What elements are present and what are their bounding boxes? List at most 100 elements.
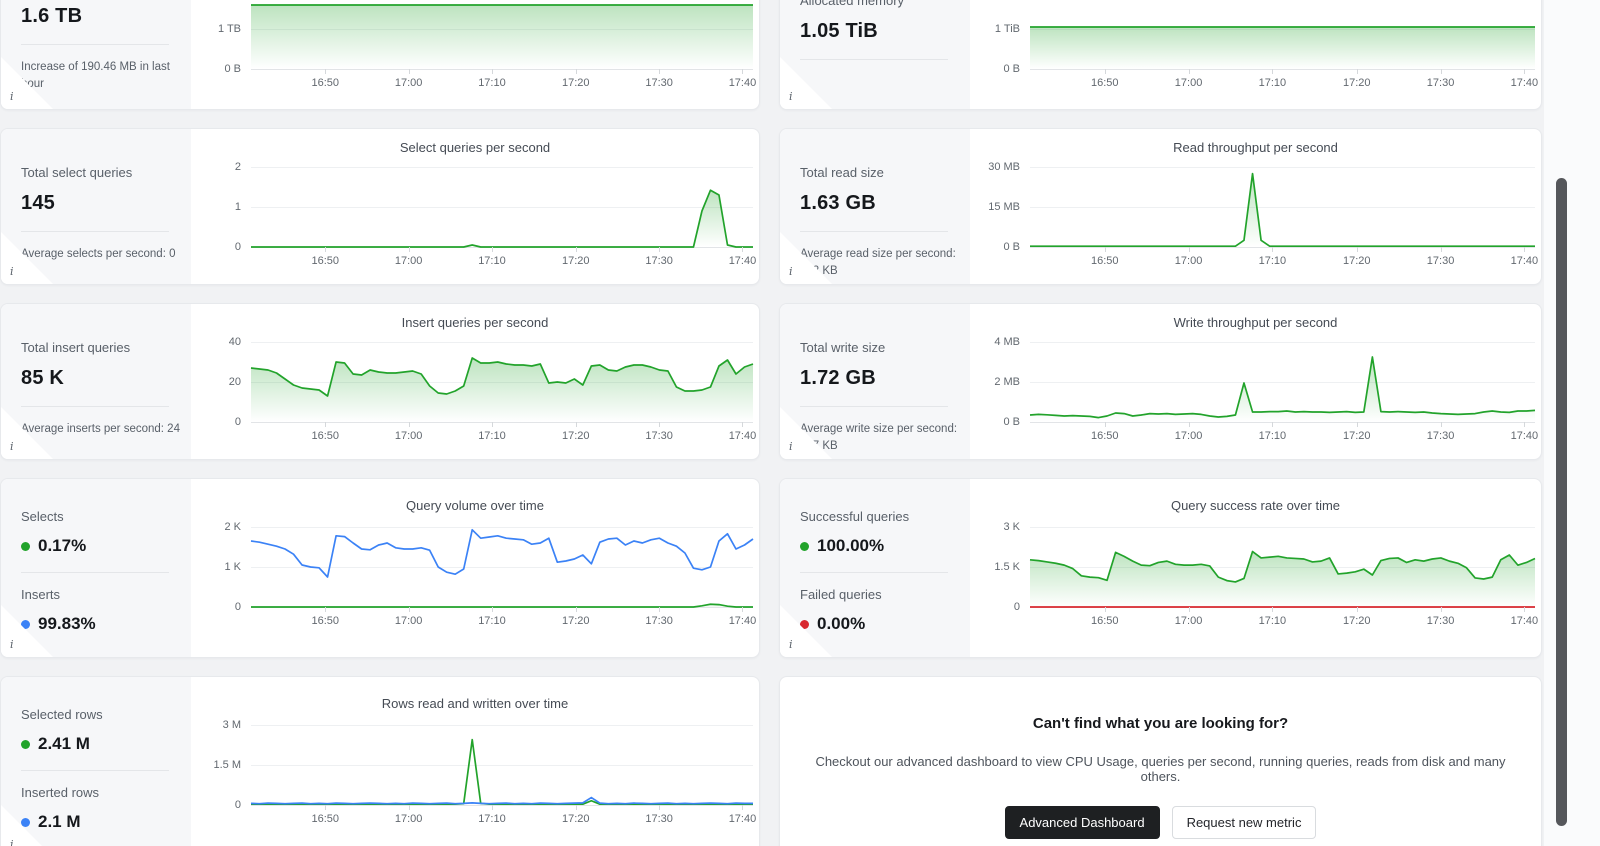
stats-panel: Selects 0.17% Inserts 99.83% i <box>1 479 191 657</box>
info-icon[interactable]: i <box>789 440 793 453</box>
stat-label: Total insert queries <box>21 340 131 355</box>
stat-subtext: Increase of 190.46 MB in last hour <box>21 61 170 91</box>
info-icon[interactable]: i <box>789 638 793 651</box>
stats-panel: Successful queries 100.00% Failed querie… <box>780 479 970 657</box>
allocated-memory-chart: 1 TiB 0 B 16:50 17:00 17:10 17:20 17:30 17:40 <box>994 23 1539 89</box>
divider <box>800 231 948 232</box>
stat-row: 99.83% <box>21 614 171 634</box>
stat-value: 2.41 M <box>38 734 90 753</box>
card-advanced-cta: Can't find what you are looking for? Che… <box>779 676 1542 846</box>
info-icon[interactable]: i <box>789 265 793 278</box>
stat-row: 0.00% <box>800 614 950 634</box>
stat-row: 2.41 M <box>21 734 171 754</box>
query-volume-chart: 2 K1 K 0 16:50 17:00 17:10 17:20 17:30 17:40 <box>224 521 757 627</box>
divider <box>21 231 169 232</box>
stat-subtext: Average write size per second: 477 KB <box>800 423 958 453</box>
stat-label: Inserts <box>21 587 61 602</box>
chart-area: Write throughput per second 4 MB 2 MB 0 B1… <box>970 304 1541 459</box>
stats-panel: Total select queries 145 Average selects… <box>1 129 191 284</box>
chart-title: Read throughput per second <box>1173 140 1338 155</box>
info-icon[interactable]: i <box>10 440 14 453</box>
metrics-dashboard: 1.6 TB Increase of 190.46 MB in last hou… <box>0 0 1600 846</box>
chart-title: Query success rate over time <box>1170 498 1341 513</box>
chart-area: Query success rate over time 3 K 1.5 K 0 16… <box>970 479 1541 657</box>
insert-queries-chart: 40 20 0 16:50 17:00 17:10 17:20 17:30 17:40 <box>228 336 757 442</box>
divider <box>21 770 169 771</box>
disk-usage-chart: 1 TB 0 B 16:50 17:00 17:10 17:20 17:30 17:40 <box>218 0 756 89</box>
stat-row: 100.00% <box>800 536 950 556</box>
card-disk-usage: 1.6 TB Increase of 190.46 MB in last hou… <box>0 0 760 110</box>
selects-dot <box>21 541 30 551</box>
info-icon[interactable]: i <box>10 90 14 103</box>
chart-area: Query volume over time 2 K1 K 0 16:50 17:00… <box>191 479 759 657</box>
chart-area: 1 TiB 0 B 16:50 17:00 17:10 17:20 17:30 17:40 <box>970 0 1541 109</box>
chart-title: Write throughput per second <box>1173 315 1338 330</box>
cta-body: Checkout our advanced dashboard to view … <box>815 754 1506 784</box>
stat-value: 0.00% <box>817 614 866 633</box>
stat-value: 145 <box>21 192 55 214</box>
stat-label: Selected rows <box>21 707 103 722</box>
scrollbar-track <box>1544 0 1600 846</box>
stats-panel: Selected rows 2.41 M Inserted rows 2.1 M… <box>1 677 191 846</box>
stat-value: 1.05 TiB <box>800 20 878 42</box>
stat-label: Successful queries <box>800 509 910 524</box>
stat-label: Total read size <box>800 165 884 180</box>
chart-title: Select queries per second <box>399 140 551 155</box>
rows-read-written-chart: 3 M 1.5 M 0 16:50 17:00 17:10 17:20 17:30 17:40 <box>213 719 757 825</box>
stat-label: Failed queries <box>800 587 882 602</box>
stat-value: 0.17% <box>38 536 87 555</box>
corner-fold <box>780 56 833 109</box>
card-allocated-memory: Allocated memory 1.05 TiB i 1 TiB 0 B 16:5… <box>779 0 1542 110</box>
divider <box>21 406 169 407</box>
card-query-success-rate: Successful queries 100.00% Failed querie… <box>779 478 1542 658</box>
stat-label: Total select queries <box>21 165 133 180</box>
advanced-dashboard-button[interactable]: Advanced Dashboard <box>1004 806 1160 839</box>
stat-value: 100.00% <box>817 536 885 555</box>
stat-subtext: Average inserts per second: 24 <box>21 423 180 435</box>
divider <box>800 406 948 407</box>
cta-heading: Can't find what you are looking for? <box>1032 715 1289 732</box>
card-rows-read-written: Selected rows 2.41 M Inserted rows 2.1 M… <box>0 676 760 846</box>
info-icon[interactable]: i <box>10 265 14 278</box>
cta-content: Can't find what you are looking for? Che… <box>780 677 1541 839</box>
chart-area: Read throughput per second 30 MB 15 MB 0 B… <box>970 129 1541 284</box>
scrollbar-thumb[interactable] <box>1556 178 1567 826</box>
stats-panel: Total read size 1.63 GB Average read siz… <box>780 129 970 284</box>
stat-row: 2.1 M <box>21 812 171 832</box>
chart-area: 1 TB 0 B 16:50 17:00 17:10 17:20 17:30 17:40 <box>191 0 759 109</box>
stat-label: Total write size <box>800 340 886 355</box>
stat-value: 1.72 GB <box>800 367 876 389</box>
chart-title: Rows read and written over time <box>381 696 569 711</box>
selected-rows-dot <box>21 739 30 749</box>
stat-row: 0.17% <box>21 536 171 556</box>
chart-title: Query volume over time <box>406 498 544 513</box>
chart-title: Insert queries per second <box>401 315 549 330</box>
card-read-throughput: Total read size 1.63 GB Average read siz… <box>779 128 1542 285</box>
stats-panel: Total write size 1.72 GB Average write s… <box>780 304 970 459</box>
divider <box>800 572 948 573</box>
successful-dot <box>800 541 809 551</box>
stats-panel: Total insert queries 85 K Average insert… <box>1 304 191 459</box>
stat-label: Allocated memory <box>800 0 905 8</box>
stat-value: 1.6 TB <box>21 5 83 27</box>
card-select-queries: Total select queries 145 Average selects… <box>0 128 760 285</box>
stat-value: 99.83% <box>38 614 96 633</box>
info-icon[interactable]: i <box>789 90 793 103</box>
request-new-metric-button[interactable]: Request new metric <box>1171 806 1317 839</box>
stat-subtext: Average read size per second: 452 KB <box>800 248 956 278</box>
card-query-volume: Selects 0.17% Inserts 99.83% i Query vol… <box>0 478 760 658</box>
stats-panel: Allocated memory 1.05 TiB i <box>780 0 970 109</box>
inserted-rows-dot <box>21 817 30 827</box>
divider <box>800 59 948 60</box>
info-icon[interactable]: i <box>10 838 14 846</box>
stat-label: Selects <box>21 509 64 524</box>
card-write-throughput: Total write size 1.72 GB Average write s… <box>779 303 1542 460</box>
chart-area: Select queries per second 2 1 0 16:50 17:00 1… <box>191 129 759 284</box>
query-success-chart: 3 K 1.5 K 0 16:50 17:00 17:10 17:20 17:30 17:40 <box>994 521 1539 627</box>
info-icon[interactable]: i <box>10 638 14 651</box>
stat-value: 1.63 GB <box>800 192 876 214</box>
stat-subtext: Average selects per second: 0 <box>21 248 176 260</box>
cta-buttons: Advanced Dashboard Request new metric <box>780 806 1541 839</box>
stat-label: Inserted rows <box>21 785 100 800</box>
divider <box>21 44 169 45</box>
